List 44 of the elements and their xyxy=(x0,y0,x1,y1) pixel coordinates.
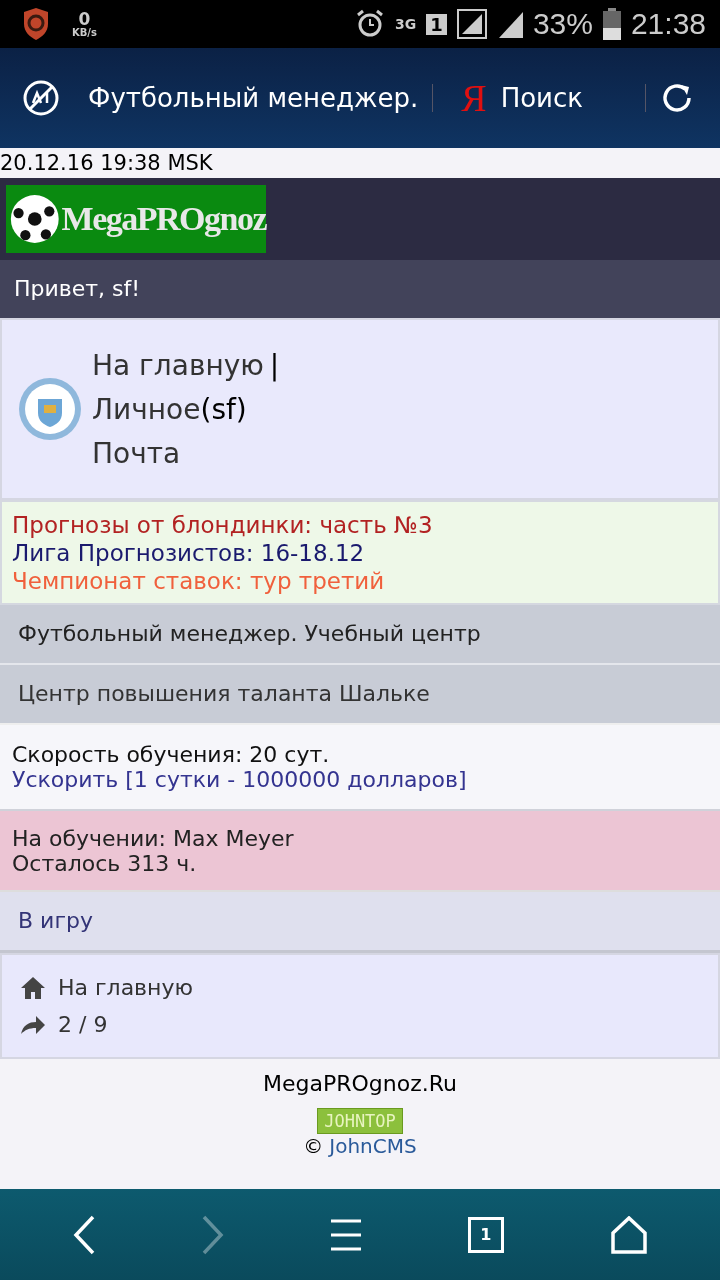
section-subtitle: Центр повышения таланта Шальке xyxy=(0,665,720,725)
training-speed: Скорость обучения: 20 сут. xyxy=(12,742,331,767)
news-link[interactable]: Прогнозы от блондинки: часть №3 xyxy=(12,511,718,538)
training-player: На обучении: Max Meyer xyxy=(12,825,295,851)
menu-link[interactable]: Почта xyxy=(92,436,181,470)
home-icon[interactable] xyxy=(610,1215,647,1254)
footer-link[interactable]: 2 / 9 xyxy=(58,1012,108,1037)
network-type: 3G xyxy=(395,16,417,32)
alarm-icon xyxy=(355,9,386,39)
site-logo[interactable]: MegaPROgnoz xyxy=(6,185,266,253)
club-crest-icon xyxy=(18,377,82,441)
home-icon xyxy=(20,975,46,1000)
cms-link[interactable]: JohnCMS xyxy=(329,1134,417,1158)
speed-unit: KB/s xyxy=(72,27,97,38)
separator: | xyxy=(269,348,280,382)
menu-link[interactable]: Личное xyxy=(92,392,201,426)
site-name: MegaPROgnoz.Ru xyxy=(263,1071,457,1096)
menu-icon[interactable] xyxy=(331,1218,361,1251)
menu-link[interactable]: На главную xyxy=(92,348,264,382)
shield-icon xyxy=(22,8,50,40)
section-title: Футбольный менеджер. Учебный центр xyxy=(0,605,720,665)
remaining-time: Осталось 313 ч. xyxy=(12,850,198,876)
battery-icon xyxy=(602,8,621,40)
page-title[interactable]: Футбольный менеджер. xyxy=(88,83,419,113)
clock: 21:38 xyxy=(630,7,706,41)
speed-up-link[interactable]: Ускорить [1 сутки - 1000000 долларов] xyxy=(12,767,720,792)
signal-icon xyxy=(496,10,523,38)
username: (sf) xyxy=(200,392,247,426)
arrow-icon xyxy=(20,1014,46,1035)
reload-icon[interactable] xyxy=(660,81,694,115)
sim-number: 1 xyxy=(426,13,447,35)
footer-link[interactable]: На главную xyxy=(58,975,193,1000)
back-icon[interactable] xyxy=(73,1214,96,1255)
tabs-button[interactable]: 1 xyxy=(467,1216,504,1253)
greeting: Привет, sf! xyxy=(0,260,720,318)
battery-percent: 33% xyxy=(532,7,593,41)
play-link[interactable]: В игру xyxy=(0,892,720,953)
date-time: 20.12.16 19:38 MSK xyxy=(0,150,214,177)
news-link[interactable]: Лига Прогнозистов: 16-18.12 xyxy=(12,539,718,566)
speed-value: 0 xyxy=(78,10,91,28)
copyright-sign: © xyxy=(303,1134,324,1158)
search-label[interactable]: Поиск xyxy=(500,83,631,113)
ad-block-icon[interactable] xyxy=(22,79,60,117)
signal-icon xyxy=(456,9,487,39)
